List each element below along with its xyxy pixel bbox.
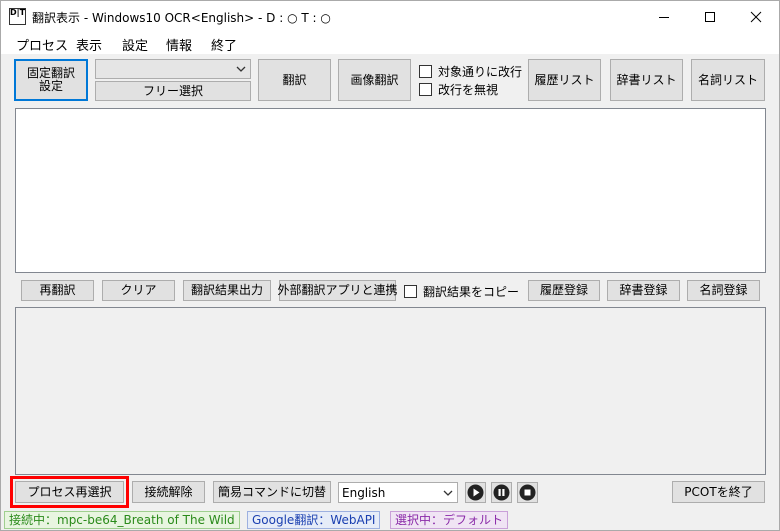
minimize-button[interactable] (641, 1, 687, 32)
app-logo-icon: D|T (9, 8, 26, 25)
image-translate-button[interactable]: 画像翻訳 (338, 59, 411, 101)
chevron-down-icon (443, 490, 453, 496)
menu-view[interactable]: 表示 (76, 35, 102, 54)
disconnect-button[interactable]: 接続解除 (132, 481, 205, 503)
source-text-area[interactable] (15, 108, 766, 273)
play-icon (467, 484, 484, 501)
exit-pcot-button[interactable]: PCOTを終了 (672, 481, 765, 503)
status-connection: 接続中：mpc-be64_Breath of The Wild (4, 511, 240, 529)
free-select-button[interactable]: フリー選択 (95, 81, 251, 101)
checkbox-box (404, 285, 417, 298)
minimize-icon (659, 16, 669, 18)
noun-register-button[interactable]: 名詞登録 (687, 280, 760, 301)
history-list-button[interactable]: 履歴リスト (528, 59, 601, 101)
status-bar: 接続中：mpc-be64_Breath of The Wild Google翻訳… (1, 509, 779, 531)
maximize-button[interactable] (687, 1, 733, 32)
checkbox-box (419, 65, 432, 78)
dictionary-list-button[interactable]: 辞書リスト (610, 59, 683, 101)
translation-mode-combo[interactable] (95, 59, 251, 79)
status-translator: Google翻訳：WebAPI (247, 511, 381, 529)
translation-result-area[interactable] (15, 307, 766, 475)
play-button[interactable] (465, 482, 486, 503)
fixed-translation-settings-button[interactable]: 固定翻訳 設定 (14, 59, 88, 101)
pause-button[interactable] (491, 482, 512, 503)
chevron-down-icon (236, 66, 246, 72)
dictionary-register-button[interactable]: 辞書登録 (607, 280, 680, 301)
menu-bar: プロセス 表示 設定 情報 終了 (1, 32, 779, 54)
translate-button[interactable]: 翻訳 (258, 59, 331, 101)
status-selection: 選択中：デフォルト (390, 511, 509, 529)
ignore-linebreak-checkbox[interactable]: 改行を無視 (419, 81, 498, 98)
window-title: 翻訳表示 - Windows10 OCR<English> - D : ○ T … (32, 11, 331, 25)
menu-settings[interactable]: 設定 (122, 35, 148, 54)
stop-button[interactable] (517, 482, 538, 503)
external-app-link-button[interactable]: 外部翻訳アプリと連携 (278, 280, 398, 301)
close-icon (750, 11, 762, 22)
language-value: English (342, 486, 386, 500)
checkbox-box (419, 83, 432, 96)
maximize-icon (705, 11, 715, 22)
linebreak-as-source-label: 対象通りに改行 (438, 65, 523, 79)
menu-info[interactable]: 情報 (166, 35, 192, 54)
copy-result-checkbox[interactable]: 翻訳結果をコピー (404, 283, 519, 300)
copy-result-label: 翻訳結果をコピー (423, 285, 520, 299)
pause-icon (493, 484, 510, 501)
menu-exit[interactable]: 終了 (211, 35, 237, 54)
ignore-linebreak-label: 改行を無視 (438, 83, 499, 97)
stop-icon (519, 484, 536, 501)
history-register-button[interactable]: 履歴登録 (528, 280, 600, 301)
app-logo-text: D|T (10, 8, 26, 17)
language-select[interactable]: English (338, 482, 458, 503)
title-bar: D|T 翻訳表示 - Windows10 OCR<English> - D : … (1, 1, 779, 32)
highlight-box (10, 476, 129, 508)
close-button[interactable] (733, 1, 779, 32)
retranslate-button[interactable]: 再翻訳 (21, 280, 94, 301)
output-result-button[interactable]: 翻訳結果出力 (183, 280, 271, 301)
menu-process[interactable]: プロセス (16, 35, 68, 54)
app-window: D|T 翻訳表示 - Windows10 OCR<English> - D : … (0, 0, 780, 531)
clear-button[interactable]: クリア (102, 280, 175, 301)
noun-list-button[interactable]: 名詞リスト (691, 59, 765, 101)
linebreak-as-source-checkbox[interactable]: 対象通りに改行 (419, 63, 522, 80)
simple-command-toggle-button[interactable]: 簡易コマンドに切替 (213, 481, 331, 503)
